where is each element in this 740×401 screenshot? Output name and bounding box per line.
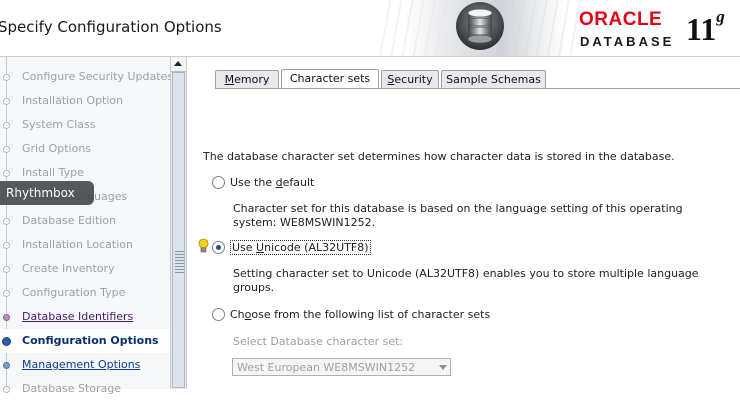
nav-step-system-class: System Class bbox=[0, 113, 170, 137]
nav-step-configuration-options[interactable]: Configuration Options bbox=[0, 329, 170, 353]
charset-dropdown[interactable]: West European WE8MSWIN1252 bbox=[232, 358, 451, 376]
step-dot-icon bbox=[3, 170, 10, 177]
radio-button[interactable] bbox=[212, 308, 225, 321]
step-dot-icon bbox=[3, 290, 10, 297]
nav-step-label: System Class bbox=[22, 118, 96, 131]
wizard-steps-nav: Configure Security Updates Installation O… bbox=[0, 57, 174, 395]
step-dot-icon bbox=[3, 314, 10, 321]
step-dot-icon bbox=[3, 122, 10, 129]
tab-memory[interactable]: Memory bbox=[215, 70, 279, 88]
step-dot-icon bbox=[2, 337, 11, 346]
version-number: 11 bbox=[686, 11, 717, 47]
version-suffix: g bbox=[716, 7, 725, 27]
nav-step-database-edition: Database Edition bbox=[0, 209, 170, 233]
nav-step-configuration-type: Configuration Type bbox=[0, 281, 170, 305]
tab-security[interactable]: Security bbox=[381, 70, 439, 88]
tab-character-sets[interactable]: Character sets bbox=[281, 69, 379, 89]
step-dot-icon bbox=[3, 242, 10, 249]
lightbulb-icon bbox=[198, 238, 209, 253]
nav-step-label: Install Type bbox=[22, 166, 84, 179]
tooltip-rhythmbox: Rhythmbox bbox=[0, 181, 94, 205]
step-dot-icon bbox=[3, 74, 10, 81]
nav-step-label: Installation Location bbox=[22, 238, 133, 251]
nav-step-installation-option: Installation Option bbox=[0, 89, 170, 113]
nav-step-label: Management Options bbox=[22, 358, 141, 371]
radio-button-selected[interactable] bbox=[212, 241, 225, 254]
step-dot-icon bbox=[3, 146, 10, 153]
database-icon bbox=[456, 2, 504, 50]
tab-divider bbox=[215, 88, 740, 89]
step-dot-icon bbox=[3, 98, 10, 105]
main-content: Memory Character sets Security Sample Sc… bbox=[188, 57, 740, 389]
charset-description: The database character set determines ho… bbox=[203, 150, 675, 163]
charset-select-label: Select Database character set: bbox=[233, 335, 404, 348]
nav-step-label: Configuration Type bbox=[22, 286, 126, 299]
unicode-help-text: Setting character set to Unicode (AL32UT… bbox=[233, 267, 699, 294]
nav-step-database-storage: Database Storage bbox=[0, 377, 170, 401]
nav-step-database-identifiers[interactable]: Database Identifiers bbox=[0, 305, 170, 329]
step-dot-icon bbox=[3, 266, 10, 273]
nav-step-label: Database Identifiers bbox=[22, 310, 134, 323]
version-logo: 11g bbox=[686, 7, 725, 48]
oracle-logo-text: ORACLE bbox=[579, 9, 663, 30]
nav-scrollbar[interactable] bbox=[170, 57, 187, 389]
nav-step-label: Grid Options bbox=[22, 142, 92, 155]
scroll-thumb[interactable] bbox=[172, 72, 185, 388]
nav-step-create-inventory: Create Inventory bbox=[0, 257, 170, 281]
charset-dropdown-value: West European WE8MSWIN1252 bbox=[237, 361, 416, 374]
radio-label[interactable]: Use the default bbox=[230, 176, 314, 189]
radio-use-default[interactable]: Use the default bbox=[212, 175, 352, 191]
default-help-text: Character set for this database is based… bbox=[233, 202, 683, 229]
radio-label[interactable]: Choose from the following list of charac… bbox=[230, 308, 490, 321]
nav-step-grid-options: Grid Options bbox=[0, 137, 170, 161]
radio-choose-from-list[interactable]: Choose from the following list of charac… bbox=[212, 307, 502, 323]
nav-step-management-options[interactable]: Management Options bbox=[0, 353, 170, 377]
radio-use-unicode[interactable]: Use Unicode (AL32UTF8) bbox=[212, 240, 382, 256]
step-dot-icon bbox=[3, 218, 10, 225]
radio-button[interactable] bbox=[212, 176, 225, 189]
nav-step-configure-security-updates: Configure Security Updates bbox=[0, 65, 174, 89]
database-logo-text: DATABASE bbox=[580, 34, 675, 49]
nav-step-label: Create Inventory bbox=[22, 262, 115, 275]
nav-step-label: Configure Security Updates bbox=[22, 70, 174, 83]
radio-label[interactable]: Use Unicode (AL32UTF8) bbox=[230, 240, 371, 255]
step-dot-icon bbox=[3, 362, 10, 369]
chevron-down-icon bbox=[439, 365, 447, 370]
header-banner: Specify Configuration Options ORACLE DAT… bbox=[0, 0, 740, 57]
nav-step-installation-location: Installation Location bbox=[0, 233, 170, 257]
nav-step-label: Configuration Options bbox=[22, 334, 159, 347]
tab-sample-schemas[interactable]: Sample Schemas bbox=[441, 70, 546, 88]
scroll-up-arrow-icon[interactable] bbox=[171, 57, 186, 72]
step-dot-icon bbox=[3, 386, 10, 393]
grip-icon bbox=[175, 251, 184, 273]
page-title: Specify Configuration Options bbox=[0, 18, 222, 36]
nav-step-label: Database Edition bbox=[22, 214, 117, 227]
nav-step-label: Installation Option bbox=[22, 94, 124, 107]
